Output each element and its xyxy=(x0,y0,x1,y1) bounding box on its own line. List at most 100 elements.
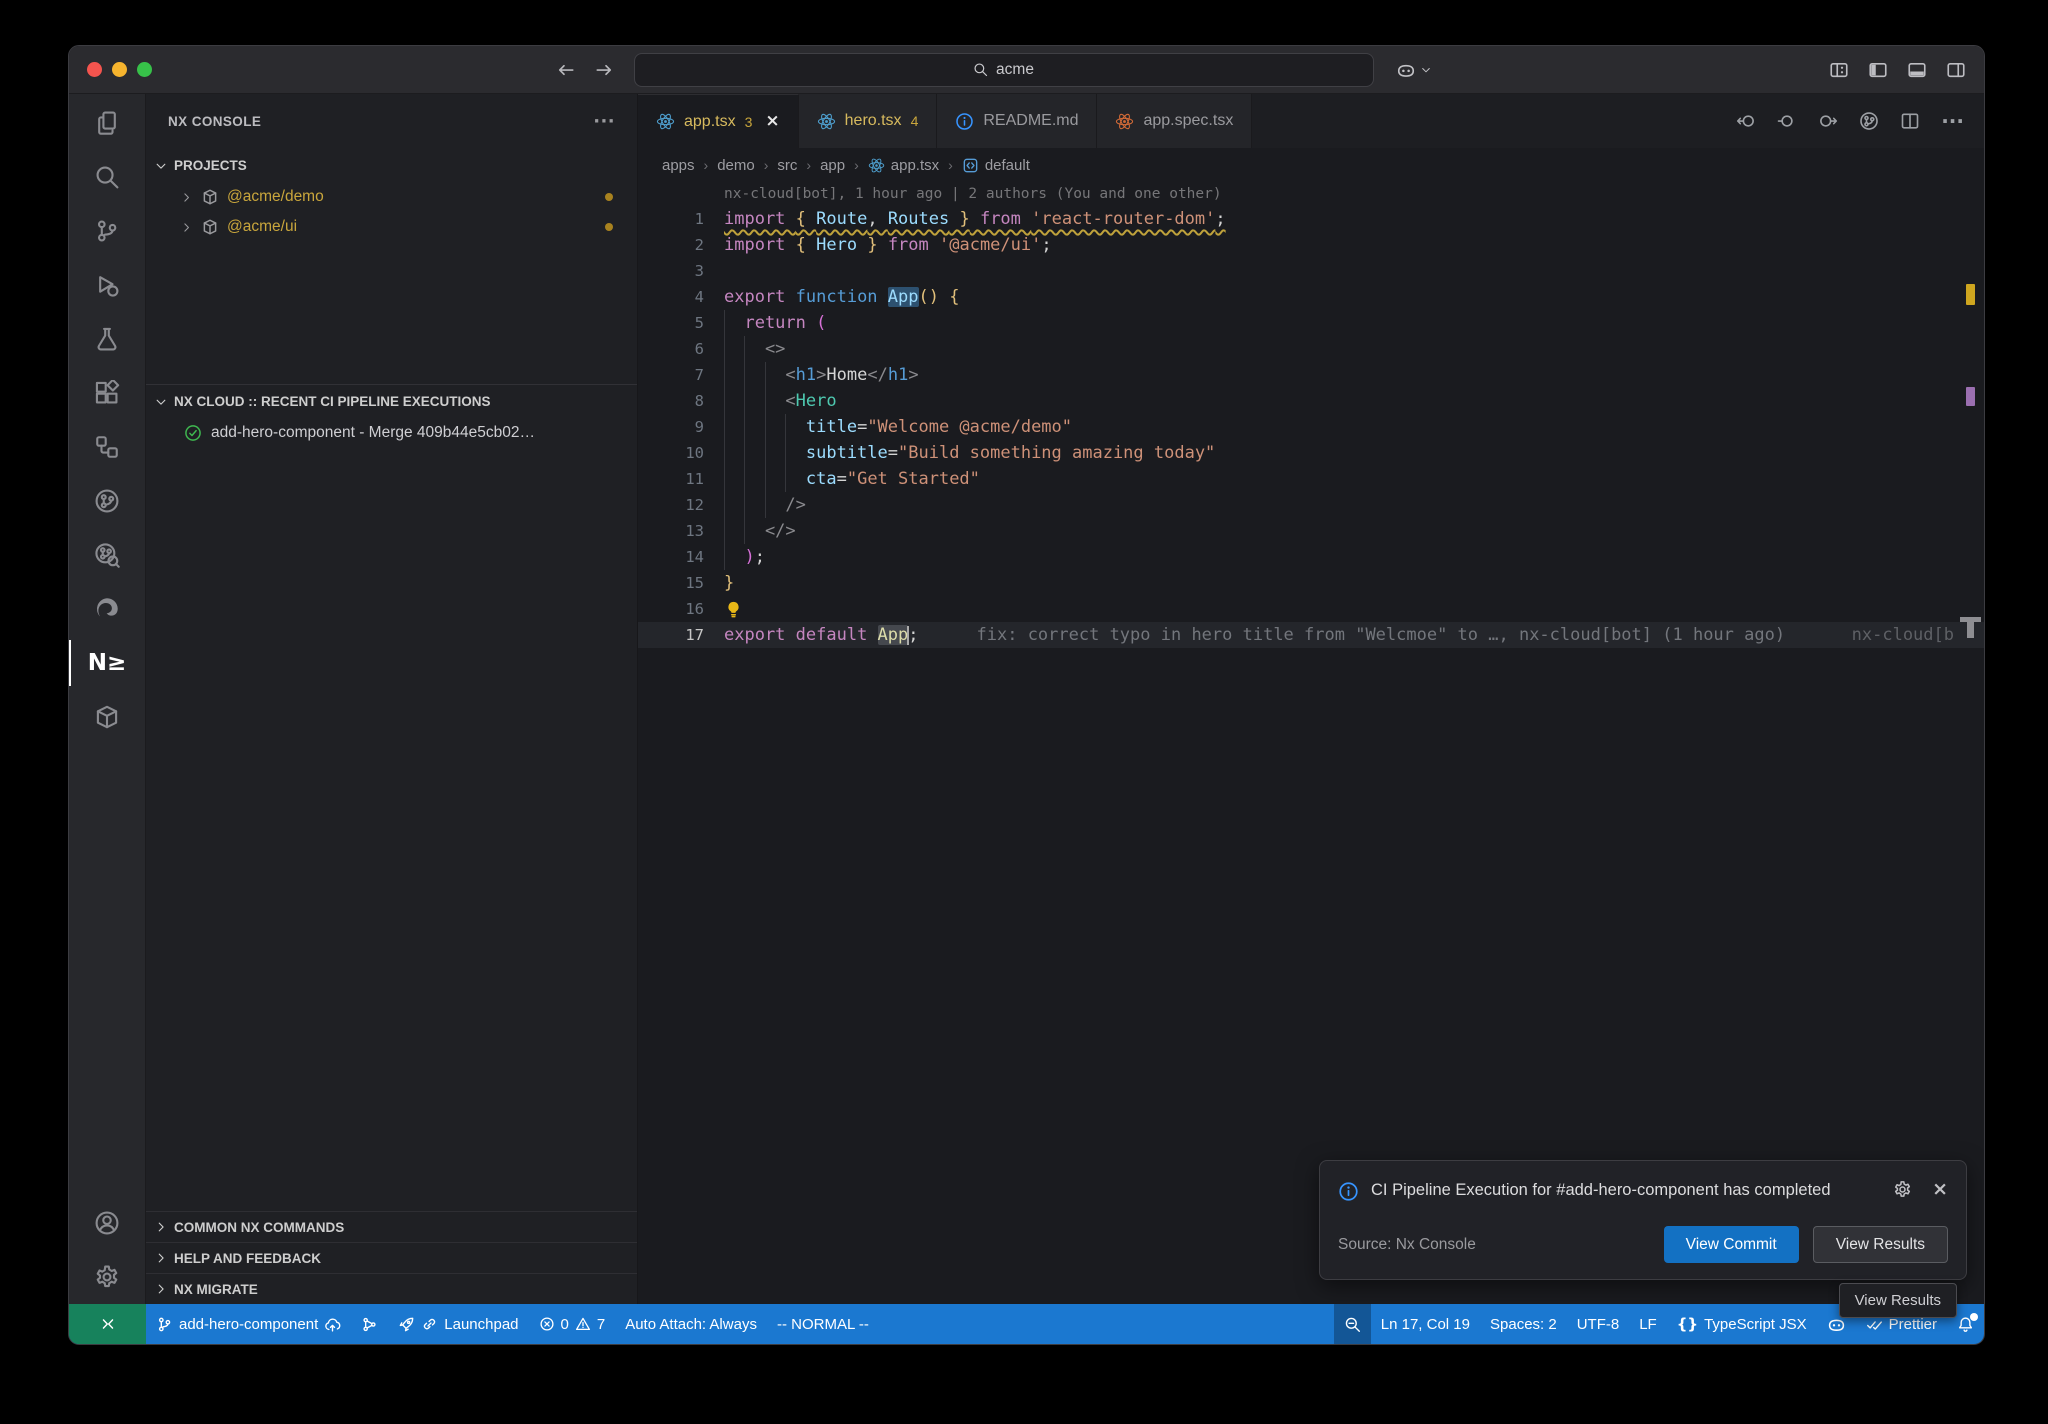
nav-current-icon[interactable] xyxy=(1777,111,1797,131)
breadcrumb-item-demo[interactable]: demo xyxy=(717,157,755,174)
code-line-16[interactable]: 16 xyxy=(638,596,1984,622)
code-line-11[interactable]: 11cta="Get Started" xyxy=(638,466,1984,492)
eol-status[interactable]: LF xyxy=(1629,1304,1667,1344)
code-line-10[interactable]: 10subtitle="Build something amazing toda… xyxy=(638,440,1984,466)
activity-bar-item-pipeline-search[interactable] xyxy=(69,528,146,582)
git-blame-codelens[interactable]: nx-cloud[bot], 1 hour ago | 2 authors (Y… xyxy=(638,182,1984,206)
nav-forward-icon[interactable] xyxy=(1818,111,1838,131)
more-actions-icon[interactable]: ··· xyxy=(1941,111,1964,131)
code-line-17[interactable]: 17nx-cloud[bexport default App;fix: corr… xyxy=(638,622,1984,648)
copilot-menu[interactable] xyxy=(1396,60,1432,80)
problems-status[interactable]: 07 xyxy=(529,1304,616,1344)
breadcrumb-item-apps[interactable]: apps xyxy=(662,157,695,174)
line-content: export function App() { xyxy=(724,284,959,310)
navigate-back-icon[interactable] xyxy=(556,60,576,80)
search-icon xyxy=(973,62,988,77)
nx-cloud-section-header[interactable]: NX CLOUD :: RECENT CI PIPELINE EXECUTION… xyxy=(146,385,637,418)
code-line-2[interactable]: 2import { Hero } from '@acme/ui'; xyxy=(638,232,1984,258)
sidebar-section-common-nx-commands[interactable]: COMMON NX COMMANDS xyxy=(146,1211,637,1242)
token: </> xyxy=(765,521,796,541)
remote-indicator[interactable] xyxy=(69,1304,146,1344)
code-line-8[interactable]: 8<Hero xyxy=(638,388,1984,414)
code-line-9[interactable]: 9title="Welcome @acme/demo" xyxy=(638,414,1984,440)
activity-bar-item-nx-console[interactable]: N≥ xyxy=(69,636,146,690)
sidebar-collapsed-sections: COMMON NX COMMANDSHELP AND FEEDBACKNX MI… xyxy=(146,1211,637,1304)
activity-bar-item-search[interactable] xyxy=(69,150,146,204)
code-line-1[interactable]: 1import { Route, Routes } from 'react-ro… xyxy=(638,206,1984,232)
launchpad[interactable]: Launchpad xyxy=(388,1304,528,1344)
code-editor[interactable]: nx-cloud[bot], 1 hour ago | 2 authors (Y… xyxy=(638,182,1984,1304)
toggle-panel-icon[interactable] xyxy=(1907,60,1927,80)
sidebar-section-nx-migrate[interactable]: NX MIGRATE xyxy=(146,1273,637,1304)
activity-bar-item-testing[interactable] xyxy=(69,312,146,366)
command-center-search[interactable]: acme xyxy=(634,53,1374,87)
sidebar-section-help-and-feedback[interactable]: HELP AND FEEDBACK xyxy=(146,1242,637,1273)
view-commit-button[interactable]: View Commit xyxy=(1664,1226,1799,1263)
activity-bar-item-explorer[interactable] xyxy=(69,96,146,150)
toggle-secondary-sidebar-icon[interactable] xyxy=(1946,60,1966,80)
customize-layout-icon[interactable] xyxy=(1829,60,1849,80)
code-line-15[interactable]: 15} xyxy=(638,570,1984,596)
git-branch-status[interactable]: add-hero-component xyxy=(146,1304,351,1344)
lightbulb-icon[interactable] xyxy=(724,600,743,619)
split-editor-icon[interactable] xyxy=(1900,111,1920,131)
zoom-indicator[interactable] xyxy=(1334,1304,1371,1344)
cursor-position[interactable]: Ln 17, Col 19 xyxy=(1371,1304,1480,1344)
activity-bar-item-accounts[interactable] xyxy=(69,1196,146,1250)
nav-back-icon[interactable] xyxy=(1736,111,1756,131)
activity-bar-item-settings[interactable] xyxy=(69,1250,146,1304)
nx-cloud-pane: NX CLOUD :: RECENT CI PIPELINE EXECUTION… xyxy=(146,385,637,1211)
notification-settings-icon[interactable] xyxy=(1893,1180,1912,1199)
language-mode[interactable]: {}TypeScript JSX xyxy=(1667,1304,1817,1344)
tab-app.spec.tsx[interactable]: app.spec.tsx xyxy=(1097,94,1252,148)
auto-attach-status[interactable]: Auto Attach: Always xyxy=(615,1304,767,1344)
activity-bar-item-run-debug[interactable] xyxy=(69,258,146,312)
token: /> xyxy=(785,495,805,515)
activity-bar-item-ci-pipeline[interactable] xyxy=(69,474,146,528)
close-icon[interactable]: × xyxy=(1932,1180,1948,1199)
activity-bar-item-source-control[interactable] xyxy=(69,204,146,258)
view-results-button[interactable]: View Results xyxy=(1813,1226,1948,1263)
code-line-12[interactable]: 12/> xyxy=(638,492,1984,518)
activity-bar-item-extensions[interactable] xyxy=(69,366,146,420)
code-line-6[interactable]: 6<> xyxy=(638,336,1984,362)
vim-mode-label: -- NORMAL -- xyxy=(777,1316,869,1333)
tab-README.md[interactable]: README.md xyxy=(937,94,1097,148)
encoding-status[interactable]: UTF-8 xyxy=(1567,1304,1630,1344)
code-line-13[interactable]: 13</> xyxy=(638,518,1984,544)
navigate-forward-icon[interactable] xyxy=(594,60,614,80)
project-item-@acme/demo[interactable]: @acme/demo xyxy=(146,182,637,212)
close-tab-icon[interactable]: × xyxy=(765,113,779,130)
breadcrumb-item-app.tsx[interactable]: app.tsx xyxy=(868,157,939,174)
indentation-status[interactable]: Spaces: 2 xyxy=(1480,1304,1567,1344)
code-line-3[interactable]: 3 xyxy=(638,258,1984,284)
breadcrumb-item-app[interactable]: app xyxy=(820,157,845,174)
tab-app.tsx[interactable]: app.tsx3× xyxy=(638,94,799,148)
pipeline-run-icon[interactable] xyxy=(1859,111,1879,131)
projects-section-header[interactable]: PROJECTS xyxy=(146,149,637,182)
minimize-window-button[interactable] xyxy=(112,62,127,77)
nx-icon: N≥ xyxy=(88,652,127,675)
tab-problem-badge: 4 xyxy=(911,113,919,129)
activity-bar-item-references[interactable] xyxy=(69,420,146,474)
code-line-7[interactable]: 7<h1>Home</h1> xyxy=(638,362,1984,388)
activity-bar: N≥ xyxy=(69,94,146,1304)
toggle-primary-sidebar-icon[interactable] xyxy=(1868,60,1888,80)
maximize-window-button[interactable] xyxy=(137,62,152,77)
activity-bar-item-edge-tools[interactable] xyxy=(69,582,146,636)
activity-bar-item-package-explorer[interactable] xyxy=(69,690,146,744)
code-line-5[interactable]: 5return ( xyxy=(638,310,1984,336)
source-control-graph[interactable] xyxy=(351,1304,388,1344)
code-line-14[interactable]: 14); xyxy=(638,544,1984,570)
more-actions-icon[interactable]: ··· xyxy=(593,113,615,131)
vim-mode-status[interactable]: -- NORMAL -- xyxy=(767,1304,879,1344)
breadcrumb-item-default[interactable]: default xyxy=(962,157,1030,174)
pipeline-execution-item[interactable]: add-hero-component - Merge 409b44e5cb02… xyxy=(146,418,637,448)
project-item-@acme/ui[interactable]: @acme/ui xyxy=(146,212,637,242)
code-line-4[interactable]: 4export function App() { xyxy=(638,284,1984,310)
project-status-dot xyxy=(605,223,613,231)
tab-hero.tsx[interactable]: hero.tsx4 xyxy=(799,94,938,148)
breadcrumb-item-src[interactable]: src xyxy=(777,157,797,174)
react-icon xyxy=(656,112,675,131)
close-window-button[interactable] xyxy=(87,62,102,77)
